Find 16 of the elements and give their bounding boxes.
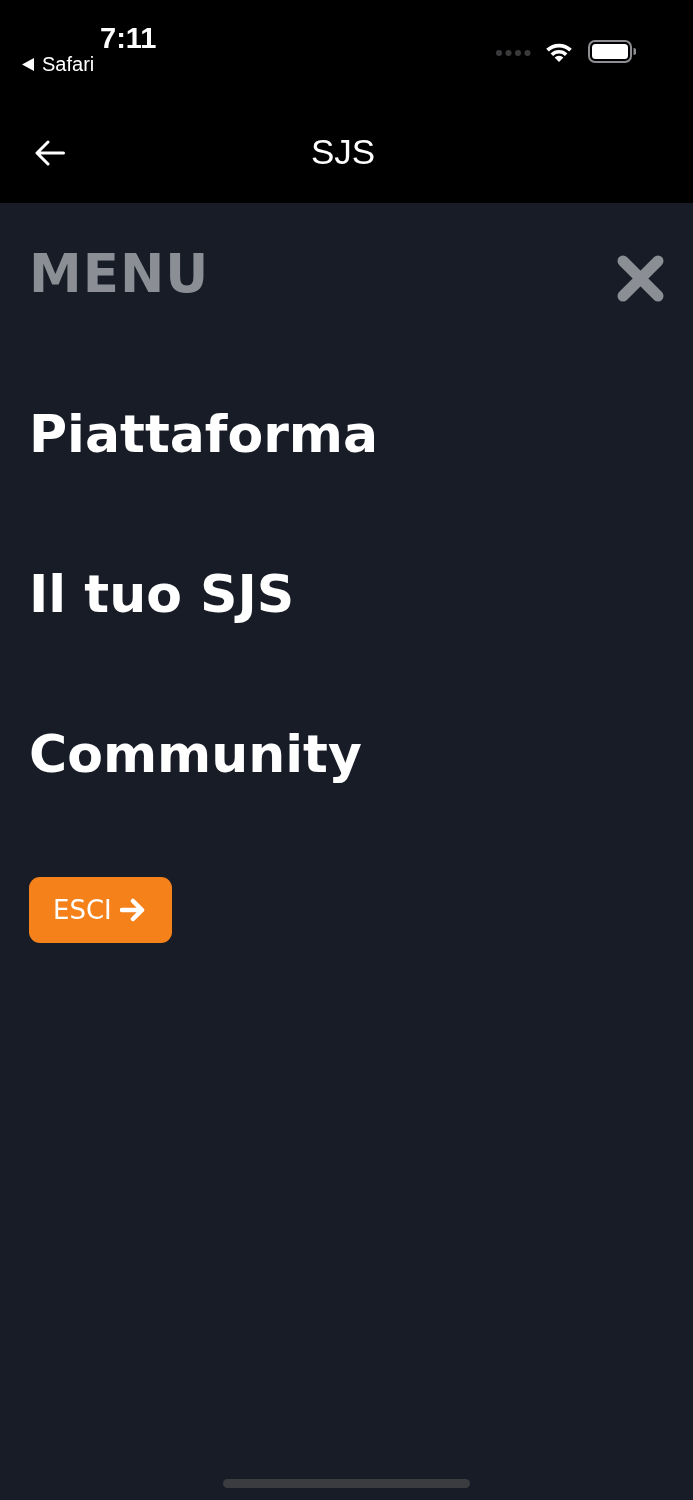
no-signal-icon [496,50,531,56]
back-to-app-link[interactable]: Safari [22,52,95,76]
wifi-icon [545,41,573,62]
menu-item[interactable]: Community [29,724,379,784]
menu-item[interactable]: Il tuo SJS [29,564,379,624]
back-triangle-icon [22,57,34,71]
menu-heading: MENU [29,246,210,302]
page-title: SJS [310,131,376,172]
back-button[interactable] [35,140,65,166]
back-arrow-icon [35,140,65,166]
clock-time: 7:11 [100,22,157,54]
right-arrow-icon [119,898,146,922]
battery-icon [588,40,636,63]
close-icon [617,255,664,302]
close-button[interactable] [617,255,664,302]
menu-item[interactable]: Piattaforma [29,404,379,464]
